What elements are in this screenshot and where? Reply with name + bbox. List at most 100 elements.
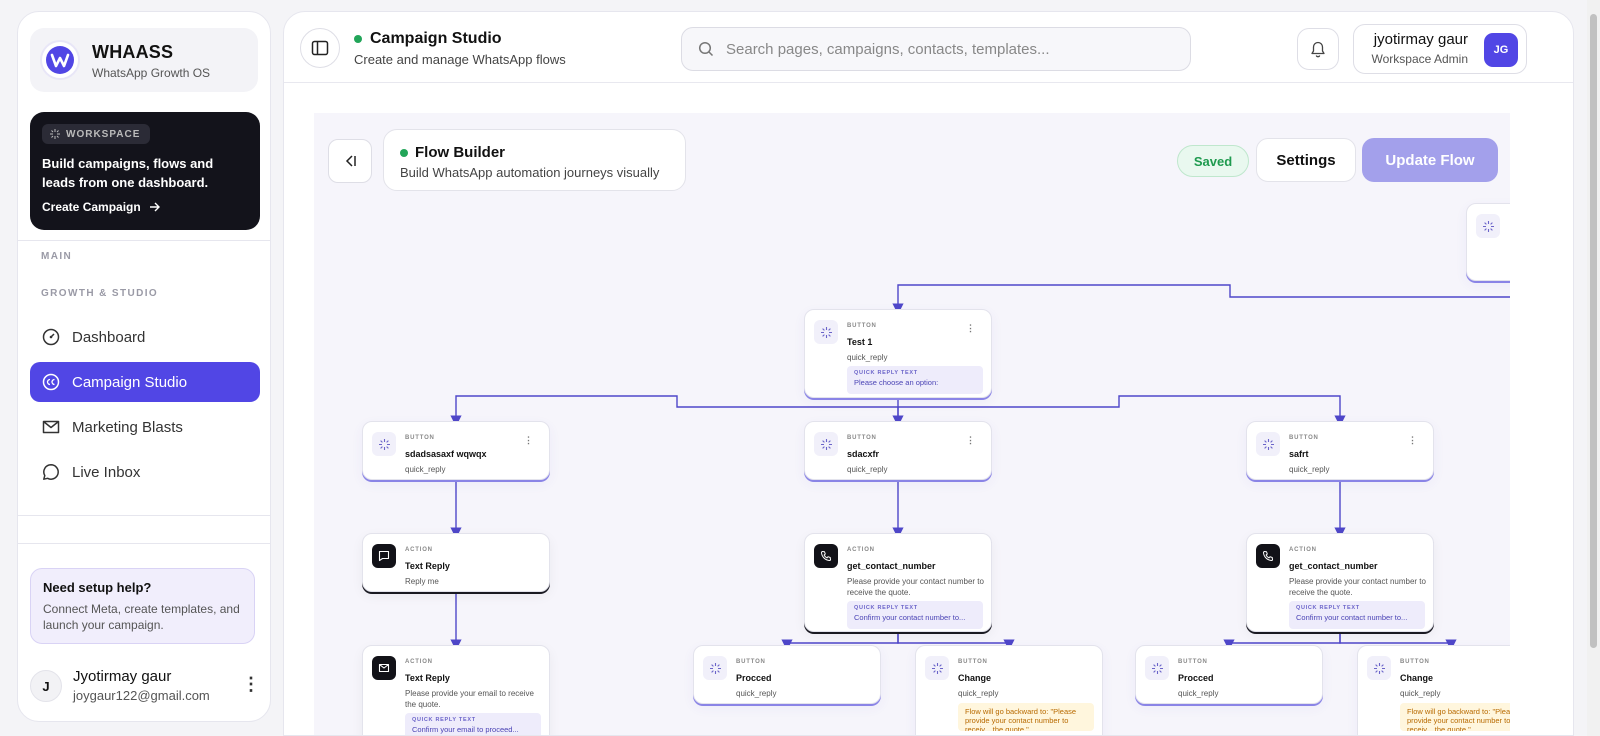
notifications-button[interactable] [1297,28,1339,70]
flow-node-change-2[interactable]: BUTTON Change quick_reply Flow will go b… [1357,645,1510,735]
user-name: Jyotirmay gaur [73,668,172,685]
gauge-icon [42,328,60,346]
node-subtitle: Please provide your contact number to re… [1289,577,1426,597]
search-bar[interactable] [681,27,1191,71]
more-vertical-icon[interactable]: ⋮ [242,674,260,695]
flow-node-button-1[interactable]: BUTTON sdadsasaxf wqwqx quick_reply ⋮ [362,421,550,480]
node-title: get_contact_number [847,561,936,571]
bell-icon [1311,41,1325,57]
node-menu-icon[interactable]: ⋮ [1408,435,1417,446]
box-text: Flow will go backward to: "Please provid… [1407,707,1510,731]
page-title-text: Campaign Studio [370,30,502,47]
box-text: Flow will go backward to: "Please provid… [965,707,1077,731]
mail-icon [372,656,396,680]
flow-node-proceed-1[interactable]: BUTTON Procced quick_reply [693,645,881,704]
brand-tagline: WhatsApp Growth OS [92,66,211,80]
online-dot-icon [354,35,362,43]
node-kind: ACTION [1289,547,1317,553]
box-text: Confirm your contact number to... [1296,613,1408,622]
node-sparkle-icon [703,656,727,680]
online-dot-icon [400,148,408,157]
account-menu[interactable]: jyotirmay gaur Workspace Admin JG [1353,24,1527,74]
flow-node-test1[interactable]: BUTTON Test 1 quick_reply ⋮ QUICK REPLY … [804,309,992,398]
flow-node-proceed-2[interactable]: BUTTON Procced quick_reply [1135,645,1323,704]
sidebar-item-live-inbox[interactable]: Live Inbox [30,452,260,492]
flow-node-change-1[interactable]: BUTTON Change quick_reply Flow will go b… [915,645,1103,735]
node-sparkle-icon [1145,656,1169,680]
sidebar-item-label: Live Inbox [72,463,141,481]
topbar: Campaign Studio Create and manage WhatsA… [284,12,1573,83]
node-title: Procced [736,673,772,683]
node-kind: BUTTON [1178,659,1208,665]
node-menu-icon[interactable]: ⋮ [966,323,975,334]
sidebar-item-marketing-blasts[interactable]: Marketing Blasts [30,407,260,447]
setup-help-card[interactable]: Need setup help? Connect Meta, create te… [30,568,255,644]
user-profile[interactable]: J Jyotirmay gaur joygaur122@gmail.com ⋮ [30,666,260,716]
envelope-icon [42,420,60,434]
node-subtitle: Reply me [405,577,439,586]
box-label: QUICK REPLY TEXT [854,370,918,376]
sidebar-divider [18,543,270,544]
node-quick-reply-box: QUICK REPLY TEXT Confirm your contact nu… [847,601,983,629]
node-kind: BUTTON [847,435,877,441]
flow-node-button-3[interactable]: BUTTON safrt quick_reply ⋮ [1246,421,1434,480]
flow-node-action-contact-1[interactable]: ACTION get_contact_number Please provide… [804,533,992,632]
flow-builder-title: Flow Builder [400,144,505,161]
node-subtitle: quick_reply [847,465,888,474]
node-backward-note: Flow will go backward to: "Please provid… [958,703,1094,731]
workspace-tag-label: WORKSPACE [66,128,141,140]
sidebar-item-dashboard[interactable]: Dashboard [30,317,260,357]
node-title: Text Reply [405,561,450,571]
update-flow-button[interactable]: Update Flow [1362,138,1498,182]
page-title: Campaign Studio [354,30,502,48]
search-input[interactable] [726,40,1166,58]
sidebar-divider [18,515,270,516]
flow-node-action-contact-2[interactable]: ACTION get_contact_number Please provide… [1246,533,1434,632]
node-title: safrt [1289,449,1309,459]
node-kind: ACTION [405,659,433,665]
sparkle-icon [50,129,60,139]
help-title: Need setup help? [43,580,152,595]
sidebar-divider [18,240,270,241]
node-kind: BUTTON [1400,659,1430,665]
flow-node-action-email[interactable]: ACTION Text Reply Please provide your em… [362,645,550,735]
page-scrollbar[interactable] [1587,0,1600,736]
box-text: Confirm your contact number to... [854,613,966,622]
flow-node-action-text-reply[interactable]: ACTION Text Reply Reply me [362,533,550,592]
flow-node-button-2[interactable]: BUTTON sdacxfr quick_reply ⋮ [804,421,992,480]
node-menu-icon[interactable]: ⋮ [524,435,533,446]
settings-button[interactable]: Settings [1256,138,1356,182]
sidebar-item-label: Campaign Studio [72,373,188,391]
brand-card[interactable]: WHAASS WhatsApp Growth OS [30,28,258,92]
box-label: QUICK REPLY TEXT [1296,605,1360,611]
create-campaign-link[interactable]: Create Campaign [42,200,161,214]
node-kind: BUTTON [405,435,435,441]
status-badge: Saved [1177,145,1249,177]
node-sparkle-icon [372,432,396,456]
node-subtitle: quick_reply [1178,689,1219,698]
sidebar-item-label: Dashboard [72,328,146,346]
node-kind: BUTTON [1289,435,1319,441]
flow-builder-subtitle: Build WhatsApp automation journeys visua… [400,165,660,180]
promo-title: Build campaigns, flows and leads from on… [42,156,214,190]
search-icon [698,41,714,57]
node-menu-icon[interactable]: ⋮ [966,435,975,446]
phone-icon [1256,544,1280,568]
collapse-panel-button[interactable] [328,139,372,183]
page-subtitle: Create and manage WhatsApp flows [354,52,566,67]
box-label: QUICK REPLY TEXT [854,605,918,611]
message-square-icon [372,544,396,568]
node-quick-reply-box: QUICK REPLY TEXT Confirm your email to p… [405,713,541,735]
node-subtitle: quick_reply [405,465,446,474]
node-sparkle-icon [1256,432,1280,456]
flow-canvas[interactable]: Flow Builder Build WhatsApp automation j… [314,113,1510,735]
scrollbar-thumb[interactable] [1590,14,1597,648]
node-title: Change [1400,673,1434,683]
node-kind: ACTION [847,547,875,553]
sidebar-toggle-button[interactable] [300,28,340,68]
arrow-right-icon [149,202,160,212]
user-email: joygaur122@gmail.com [73,688,210,703]
flow-node-offscreen[interactable] [1466,203,1510,281]
section-main-label: MAIN [41,251,73,262]
sidebar-item-campaign-studio[interactable]: Campaign Studio [30,362,260,402]
